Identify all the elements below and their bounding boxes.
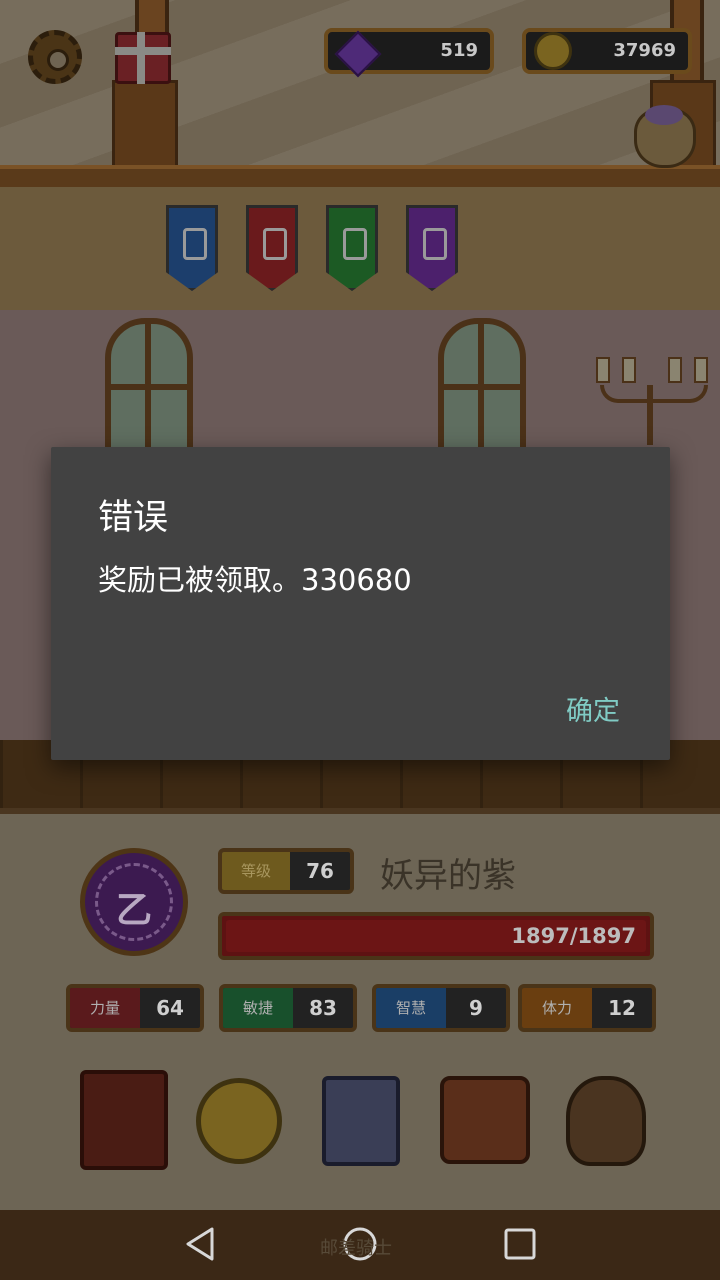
hp-bar: 1897/1897 (218, 912, 654, 960)
coin-icon (534, 32, 572, 70)
stat-value: 9 (469, 996, 483, 1020)
stat-value: 12 (608, 996, 636, 1020)
arched-window (105, 318, 193, 460)
stat-label: 敏捷 (223, 988, 293, 1028)
back-triangle-icon (186, 1227, 214, 1261)
level-value: 76 (306, 859, 334, 883)
candelabra-icon (590, 345, 710, 445)
banner-emblem-icon (263, 228, 287, 260)
backpack-icon[interactable] (440, 1076, 530, 1164)
stat-value: 83 (309, 996, 337, 1020)
stat-value: 64 (156, 996, 184, 1020)
banner-emblem-icon (183, 228, 207, 260)
card-deck-icon[interactable] (322, 1076, 400, 1166)
coin-count: 37969 (613, 40, 676, 61)
coin-counter[interactable]: 37969 (522, 28, 692, 74)
gift-box-icon[interactable] (115, 32, 171, 84)
dialog-message: 奖励已被领取。330680 (98, 563, 412, 597)
error-dialog: 错误 奖励已被领取。330680 确定 (51, 447, 670, 760)
upper-wall (0, 0, 720, 170)
hp-text: 1897/1897 (511, 924, 636, 948)
gem-counter[interactable]: 519 (324, 28, 494, 78)
stat-stamina: 体力 12 (518, 984, 656, 1032)
stat-strength: 力量 64 (66, 984, 204, 1032)
watermark-text: 邮差骑士 (320, 1238, 392, 1259)
gem-icon (334, 30, 382, 78)
spellbook-icon[interactable] (80, 1070, 168, 1170)
gem-pot-icon[interactable] (634, 105, 696, 168)
star-coin-icon[interactable] (196, 1078, 282, 1164)
stat-agility: 敏捷 83 (219, 984, 357, 1032)
banner-emblem-icon (343, 228, 367, 260)
recents-square-icon (504, 1228, 536, 1260)
dialog-title: 错误 (98, 498, 169, 538)
stat-wisdom: 智慧 9 (372, 984, 510, 1032)
back-button[interactable] (180, 1224, 220, 1264)
treasure-sack-icon[interactable] (566, 1076, 646, 1166)
stat-label: 智慧 (376, 988, 446, 1028)
banner-emblem-icon (423, 228, 447, 260)
stat-label: 力量 (70, 988, 140, 1028)
emblem-symbol: 乙 (115, 890, 152, 931)
arched-window (438, 318, 526, 460)
wood-post-base (112, 80, 178, 176)
recents-button[interactable] (500, 1224, 540, 1264)
stat-label: 体力 (522, 988, 592, 1028)
level-label: 等级 (222, 852, 290, 890)
character-emblem[interactable]: 乙 (80, 848, 188, 956)
gem-count: 519 (440, 40, 478, 61)
character-name: 妖异的紫 (380, 856, 516, 896)
ok-button[interactable]: 确定 (560, 687, 626, 730)
gear-icon[interactable] (28, 30, 82, 84)
level-badge: 等级 76 (218, 848, 354, 894)
